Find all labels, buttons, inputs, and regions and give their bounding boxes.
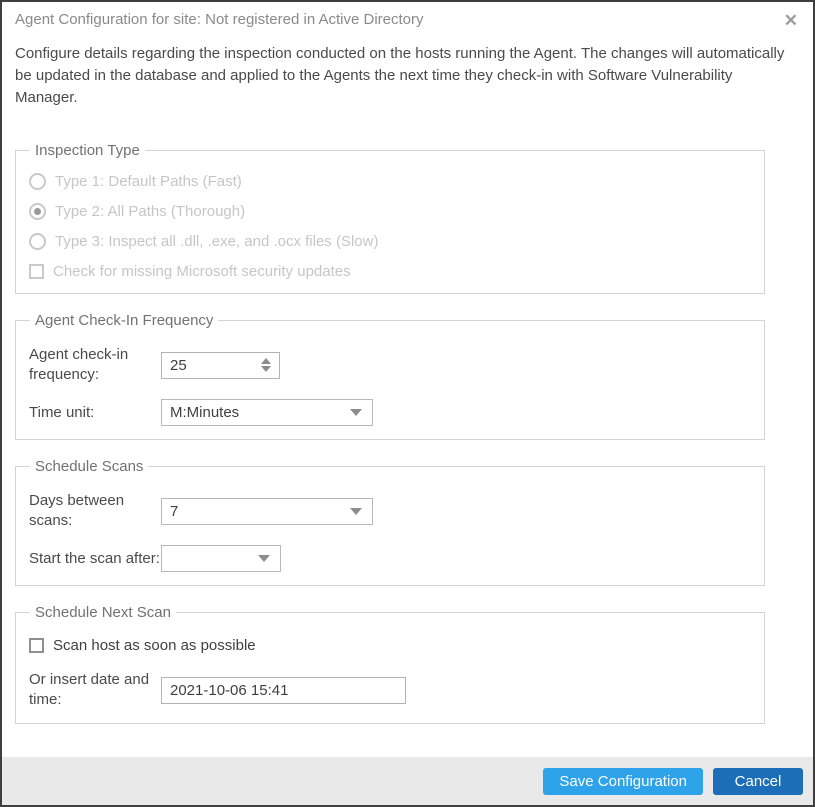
schedule-scans-legend: Schedule Scans <box>30 458 148 475</box>
inspection-type-legend: Inspection Type <box>30 142 145 159</box>
spinner-down-icon[interactable] <box>261 366 271 372</box>
frequency-row: Agent check-in frequency: <box>29 345 752 385</box>
dialog-footer: Save Configuration Cancel <box>2 757 813 805</box>
chevron-down-icon <box>350 508 362 515</box>
frequency-spinner <box>161 352 280 379</box>
close-icon[interactable]: ✕ <box>781 11 801 30</box>
radio-label-type-2: Type 2: All Paths (Thorough) <box>55 203 245 220</box>
time-unit-value: M:Minutes <box>170 404 239 421</box>
start-scan-after-dropdown[interactable] <box>161 545 281 572</box>
days-between-scans-value: 7 <box>170 503 178 520</box>
schedule-next-scan-legend: Schedule Next Scan <box>30 604 176 621</box>
checkin-frequency-group: Agent Check-In Frequency Agent check-in … <box>15 312 765 440</box>
time-unit-dropdown[interactable]: M:Minutes <box>161 399 373 426</box>
radio-label-type-3: Type 3: Inspect all .dll, .exe, and .ocx… <box>55 233 378 250</box>
spinner-arrows <box>261 352 271 379</box>
start-scan-after-row: Start the scan after: <box>29 545 752 572</box>
checkbox-icon-scan-asap[interactable] <box>29 638 44 653</box>
radio-icon-type-1[interactable] <box>29 173 46 190</box>
dialog-description: Configure details regarding the inspecti… <box>15 43 799 109</box>
agent-configuration-dialog: Agent Configuration for site: Not regist… <box>0 0 815 807</box>
inspection-type-group: Inspection Type Type 1: Default Paths (F… <box>15 142 765 294</box>
chevron-down-icon <box>350 409 362 416</box>
radio-icon-type-3[interactable] <box>29 233 46 250</box>
dialog-header: Agent Configuration for site: Not regist… <box>2 2 813 30</box>
schedule-next-scan-group: Schedule Next Scan Scan host as soon as … <box>15 604 765 724</box>
radio-type-1[interactable]: Type 1: Default Paths (Fast) <box>29 173 752 190</box>
check-missing-ms-updates[interactable]: Check for missing Microsoft security upd… <box>29 263 752 280</box>
days-between-scans-label: Days between scans: <box>29 491 161 531</box>
start-scan-after-label: Start the scan after: <box>29 549 161 569</box>
dialog-title: Agent Configuration for site: Not regist… <box>15 11 424 28</box>
radio-type-3[interactable]: Type 3: Inspect all .dll, .exe, and .ocx… <box>29 233 752 250</box>
checkbox-label-ms-updates: Check for missing Microsoft security upd… <box>53 263 351 280</box>
checkbox-icon-ms-updates[interactable] <box>29 264 44 279</box>
frequency-label: Agent check-in frequency: <box>29 345 161 385</box>
radio-icon-type-2[interactable] <box>29 203 46 220</box>
datetime-input[interactable] <box>161 677 406 704</box>
schedule-scans-group: Schedule Scans Days between scans: 7 Sta… <box>15 458 765 586</box>
chevron-down-icon <box>258 555 270 562</box>
radio-label-type-1: Type 1: Default Paths (Fast) <box>55 173 242 190</box>
datetime-row: Or insert date and time: <box>29 670 752 710</box>
save-configuration-button[interactable]: Save Configuration <box>543 768 703 795</box>
radio-type-2[interactable]: Type 2: All Paths (Thorough) <box>29 203 752 220</box>
time-unit-row: Time unit: M:Minutes <box>29 399 752 426</box>
spinner-up-icon[interactable] <box>261 358 271 364</box>
days-between-scans-dropdown[interactable]: 7 <box>161 498 373 525</box>
cancel-button[interactable]: Cancel <box>713 768 803 795</box>
checkin-frequency-legend: Agent Check-In Frequency <box>30 312 218 329</box>
days-between-scans-row: Days between scans: 7 <box>29 491 752 531</box>
datetime-label: Or insert date and time: <box>29 670 161 710</box>
time-unit-label: Time unit: <box>29 403 161 423</box>
checkbox-label-scan-asap: Scan host as soon as possible <box>53 637 256 654</box>
scan-asap-checkbox-row[interactable]: Scan host as soon as possible <box>29 637 752 654</box>
